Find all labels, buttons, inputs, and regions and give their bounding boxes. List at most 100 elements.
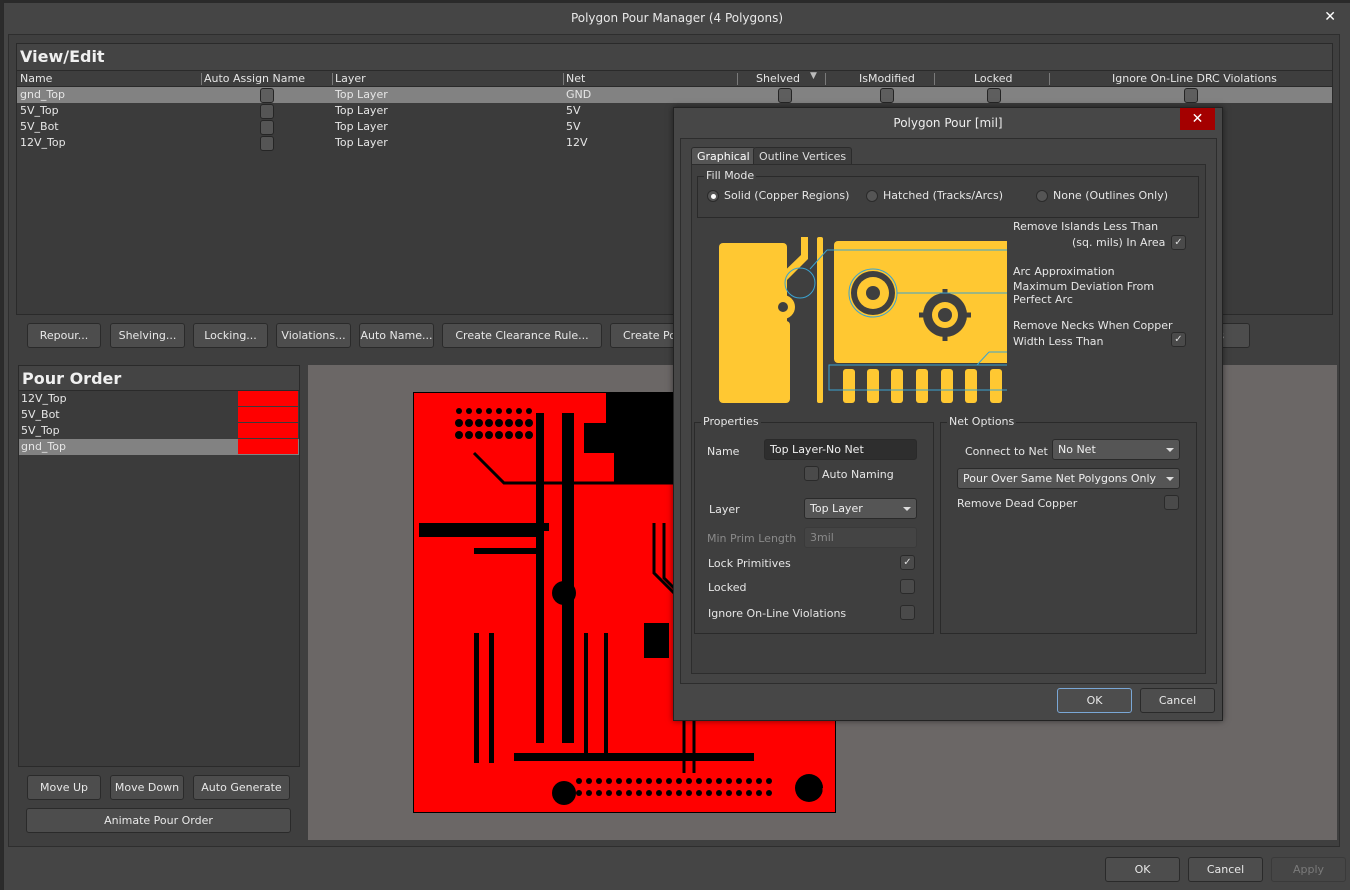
pour-item-name: gnd_Top <box>21 440 66 453</box>
dialog-cancel-button[interactable]: Cancel <box>1140 688 1215 713</box>
col-name[interactable]: Name <box>20 72 52 85</box>
locked-checkbox[interactable] <box>987 88 1001 103</box>
chevron-down-icon <box>1166 448 1174 452</box>
shelving-button[interactable]: Shelving... <box>110 323 185 348</box>
cell-name: gnd_Top <box>20 88 65 101</box>
locked-checkbox[interactable] <box>900 579 915 594</box>
auto-name-button[interactable]: Auto Name... <box>359 323 434 348</box>
col-locked[interactable]: Locked <box>974 72 1012 85</box>
cell-net: 12V <box>566 136 588 149</box>
column-divider[interactable] <box>737 73 738 85</box>
radio-label: None (Outlines Only) <box>1053 189 1168 202</box>
dialog-body: Graphical Outline Vertices Fill Mode Sol… <box>680 138 1217 684</box>
connect-to-net-label: Connect to Net <box>965 445 1048 458</box>
fill-mode-group: Fill Mode Solid (Copper Regions) Hatched… <box>697 169 1199 218</box>
pour-order-item[interactable]: 5V_Top <box>19 423 299 439</box>
color-swatch <box>238 423 298 438</box>
cancel-button[interactable]: Cancel <box>1188 857 1263 882</box>
table-row[interactable]: gnd_Top Top Layer GND <box>17 87 1332 103</box>
tab-outline-vertices[interactable]: Outline Vertices <box>753 147 853 164</box>
pour-order-item[interactable]: 12V_Top <box>19 391 299 407</box>
remove-islands-checkbox[interactable]: ✓ <box>1171 235 1186 250</box>
pour-order-item[interactable]: 5V_Bot <box>19 407 299 423</box>
col-auto-assign-name[interactable]: Auto Assign Name <box>204 72 305 85</box>
column-divider[interactable] <box>563 73 564 85</box>
ignore-violations-checkbox[interactable] <box>900 605 915 620</box>
pour-over-dropdown[interactable]: Pour Over Same Net Polygons Only <box>957 468 1180 489</box>
tab-graphical[interactable]: Graphical <box>691 147 756 164</box>
close-icon[interactable]: ✕ <box>1324 9 1336 25</box>
radio-button[interactable] <box>1036 189 1048 202</box>
auto-assign-checkbox[interactable] <box>260 136 274 151</box>
min-prim-length-input[interactable]: 3mil <box>804 527 917 548</box>
chevron-down-icon <box>903 507 911 511</box>
column-divider[interactable] <box>332 73 333 85</box>
radio-button[interactable] <box>707 189 719 202</box>
create-clearance-rule-button[interactable]: Create Clearance Rule... <box>442 323 602 348</box>
cell-name: 5V_Bot <box>20 120 59 133</box>
cell-layer: Top Layer <box>335 104 388 117</box>
polygon-settings-illustration <box>719 237 1007 403</box>
pour-item-name: 5V_Top <box>21 424 60 437</box>
auto-generate-button[interactable]: Auto Generate <box>193 775 290 800</box>
name-input[interactable]: Top Layer-No Net <box>764 439 917 460</box>
col-ignore-drc[interactable]: Ignore On-Line DRC Violations <box>1112 72 1277 85</box>
net-options-label: Net Options <box>947 415 1017 428</box>
radio-none[interactable]: None (Outlines Only) <box>1036 189 1168 202</box>
col-ismodified[interactable]: IsModified <box>859 72 915 85</box>
min-prim-length-label: Min Prim Length <box>707 532 797 545</box>
layer-dropdown[interactable]: Top Layer <box>804 498 917 519</box>
chevron-down-icon <box>1166 477 1174 481</box>
repour-button[interactable]: Repour... <box>27 323 101 348</box>
arc-approximation-label: Arc Approximation <box>1013 265 1115 278</box>
ok-button[interactable]: OK <box>1105 857 1180 882</box>
ismodified-checkbox[interactable] <box>880 88 894 103</box>
lock-primitives-label: Lock Primitives <box>708 557 791 570</box>
layer-value: Top Layer <box>810 502 863 515</box>
pour-order-item[interactable]: gnd_Top <box>19 439 299 455</box>
col-layer[interactable]: Layer <box>335 72 366 85</box>
connect-to-net-value: No Net <box>1058 443 1096 456</box>
radio-hatched[interactable]: Hatched (Tracks/Arcs) <box>866 189 1003 202</box>
apply-button[interactable]: Apply <box>1271 857 1346 882</box>
remove-dead-copper-label: Remove Dead Copper <box>957 497 1078 510</box>
violations-button[interactable]: Violations... <box>276 323 351 348</box>
move-down-button[interactable]: Move Down <box>110 775 184 800</box>
auto-assign-checkbox[interactable] <box>260 120 274 135</box>
properties-label: Properties <box>701 415 761 428</box>
dialog-ok-button[interactable]: OK <box>1057 688 1132 713</box>
auto-assign-checkbox[interactable] <box>260 88 274 103</box>
col-shelved[interactable]: Shelved <box>756 72 800 85</box>
auto-naming-checkbox[interactable] <box>804 466 819 481</box>
cell-name: 5V_Top <box>20 104 59 117</box>
column-divider[interactable] <box>201 73 202 85</box>
pour-item-name: 5V_Bot <box>21 408 60 421</box>
auto-assign-checkbox[interactable] <box>260 104 274 119</box>
radio-button[interactable] <box>866 189 878 202</box>
ignore-drc-checkbox[interactable] <box>1184 88 1198 103</box>
sort-down-icon[interactable]: ▼ <box>810 71 817 81</box>
connect-to-net-dropdown[interactable]: No Net <box>1052 439 1180 460</box>
polygon-pour-dialog: Polygon Pour [mil] ✕ Graphical Outline V… <box>673 107 1223 721</box>
shelved-checkbox[interactable] <box>778 88 792 103</box>
column-divider[interactable] <box>1049 73 1050 85</box>
cell-net: 5V <box>566 120 581 133</box>
animate-pour-order-button[interactable]: Animate Pour Order <box>26 808 291 833</box>
pour-over-value: Pour Over Same Net Polygons Only <box>963 472 1157 485</box>
radio-label: Solid (Copper Regions) <box>724 189 850 202</box>
col-net[interactable]: Net <box>566 72 585 85</box>
move-up-button[interactable]: Move Up <box>27 775 101 800</box>
cell-layer: Top Layer <box>335 136 388 149</box>
pour-order-panel: Pour Order 12V_Top 5V_Bot 5V_Top gnd_Top <box>18 365 300 767</box>
remove-dead-copper-checkbox[interactable] <box>1164 495 1179 510</box>
column-divider[interactable] <box>934 73 935 85</box>
remove-necks-checkbox[interactable]: ✓ <box>1171 332 1186 347</box>
layer-label: Layer <box>709 503 740 516</box>
name-label: Name <box>707 445 740 458</box>
column-divider[interactable] <box>825 73 826 85</box>
close-icon[interactable]: ✕ <box>1180 108 1215 130</box>
locking-button[interactable]: Locking... <box>193 323 268 348</box>
lock-primitives-checkbox[interactable]: ✓ <box>900 555 915 570</box>
radio-solid[interactable]: Solid (Copper Regions) <box>707 189 849 202</box>
net-options-group: Net Options Connect to Net No Net Pour O… <box>940 415 1197 634</box>
